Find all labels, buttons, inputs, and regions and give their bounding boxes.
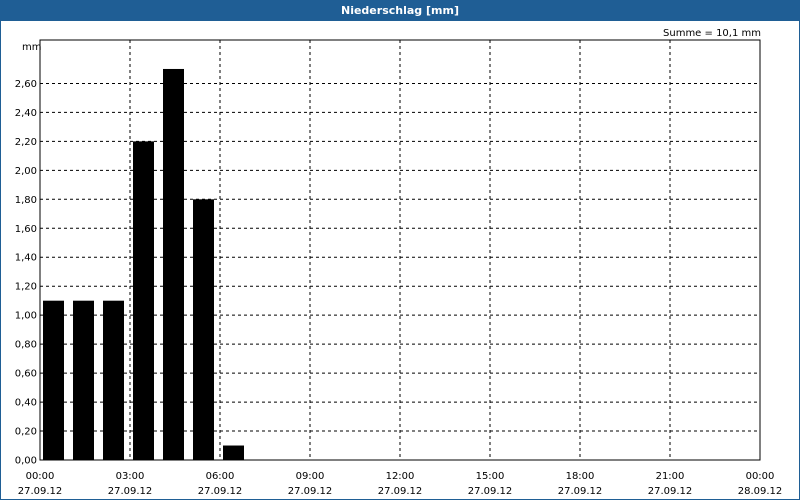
x-tick-time-label: 15:00 [476, 471, 505, 482]
x-tick-time-label: 00:00 [26, 471, 55, 482]
y-tick-label: 0,80 [15, 340, 37, 351]
precipitation-bar [163, 68, 184, 460]
precipitation-bar [43, 300, 64, 460]
x-tick-time-label: 18:00 [566, 471, 595, 482]
x-tick-date-label: 27.09.12 [468, 486, 513, 497]
precipitation-bar [73, 300, 94, 460]
y-tick-label: 1,60 [15, 224, 37, 235]
precipitation-chart: 0,00 0,20 0,40 0,60 0,80 1,00 1,20 1,40 1,60 1,80… [15, 28, 783, 497]
x-tick-time-label: 09:00 [296, 471, 325, 482]
x-axis-ticks: 00:00 27.09.12 03:00 27.09.12 06:00 27.09.12 0… [18, 471, 783, 497]
x-tick-date-label: 27.09.12 [648, 486, 693, 497]
y-tick-label: 2,60 [15, 79, 37, 90]
y-tick-label: 1,20 [15, 282, 37, 293]
y-tick-label: 2,20 [15, 137, 37, 148]
y-tick-label: 2,40 [15, 108, 37, 119]
precipitation-bar [193, 199, 214, 460]
y-tick-label: 0,40 [15, 398, 37, 409]
x-tick-time-label: 06:00 [206, 471, 235, 482]
y-axis-unit-label: mm [22, 42, 41, 53]
x-tick-date-label: 27.09.12 [558, 486, 603, 497]
y-tick-label: 0,20 [15, 427, 37, 438]
x-tick-time-label: 21:00 [656, 471, 685, 482]
precipitation-bar [103, 300, 124, 460]
y-tick-label: 1,80 [15, 195, 37, 206]
x-tick-time-label: 00:00 [746, 471, 775, 482]
x-tick-date-label: 27.09.12 [378, 486, 423, 497]
precipitation-bar [133, 141, 154, 460]
x-tick-date-label: 27.09.12 [108, 486, 153, 497]
precipitation-bar [223, 445, 244, 460]
x-tick-date-label: 28.09.12 [738, 486, 783, 497]
y-tick-label: 1,40 [15, 253, 37, 264]
x-tick-date-label: 27.09.12 [18, 486, 63, 497]
x-tick-date-label: 27.09.12 [198, 486, 243, 497]
x-tick-time-label: 12:00 [386, 471, 415, 482]
x-tick-date-label: 27.09.12 [288, 486, 333, 497]
y-tick-label: 1,00 [15, 311, 37, 322]
y-tick-label: 0,60 [15, 369, 37, 380]
x-tick-time-label: 03:00 [116, 471, 145, 482]
y-axis-ticks: 0,00 0,20 0,40 0,60 0,80 1,00 1,20 1,40 1,60 1,80… [15, 79, 37, 467]
y-tick-label: 0,00 [15, 456, 37, 467]
y-tick-label: 2,00 [15, 166, 37, 177]
sum-annotation: Summe = 10,1 mm [663, 28, 761, 39]
